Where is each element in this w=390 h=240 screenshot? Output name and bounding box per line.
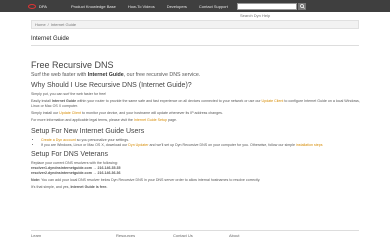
footer-about[interactable]: About bbox=[229, 233, 239, 238]
nav-product-knowledge-base[interactable]: Product Knowledge Base bbox=[71, 4, 116, 9]
search-box bbox=[237, 3, 297, 18]
logo[interactable]: DPA bbox=[28, 0, 47, 12]
breadcrumb-current: Internet Guide bbox=[50, 22, 77, 27]
why-paragraph-4: For more information and applicable lega… bbox=[31, 118, 178, 122]
internet-guide-setup-link[interactable]: Internet Guide Setup bbox=[134, 118, 167, 122]
update-client-link[interactable]: Update Client bbox=[262, 99, 284, 103]
heading-free-recursive-dns: Free Recursive DNS bbox=[31, 60, 114, 70]
why-paragraph-3: Simply install our Update Client to moni… bbox=[31, 111, 223, 115]
search-icon bbox=[299, 4, 305, 9]
veterans-closing: It's that simple, and yes, Internet Guid… bbox=[31, 185, 108, 189]
footer-contact-us[interactable]: Contact Us bbox=[173, 233, 193, 238]
footer-divider bbox=[31, 230, 359, 231]
heading-why: Why Should I Use Recursive DNS (Internet… bbox=[31, 82, 192, 89]
why-paragraph-1: Simply put, you can surf the web faster … bbox=[31, 92, 107, 96]
veterans-note: Note: You can add your local DNS resolve… bbox=[31, 178, 261, 182]
resolver-2: resolver2.dyndnsinternetguide.com → 216.… bbox=[31, 171, 121, 175]
search-button[interactable] bbox=[298, 3, 306, 10]
tagline: Surf the web faster with Internet Guide,… bbox=[31, 72, 201, 78]
why-paragraph-2: Easily install Internet Guide within you… bbox=[31, 99, 360, 108]
footer-resources[interactable]: Resources bbox=[116, 233, 135, 238]
divider bbox=[31, 45, 359, 46]
breadcrumb: Home / Internet Guide bbox=[31, 20, 359, 29]
main-nav: Product Knowledge Base How-To Videos Dev… bbox=[71, 4, 264, 9]
new-users-list: Create a Dyn account so you personalize … bbox=[41, 138, 361, 148]
logo-text: DPA bbox=[39, 3, 47, 9]
create-account-link[interactable]: Create a Dyn account bbox=[41, 138, 76, 142]
heading-veterans: Setup For DNS Veterans bbox=[31, 151, 109, 158]
nav-developers[interactable]: Developers bbox=[167, 4, 187, 9]
list-item: If you are Windows, Linux or Mac OS X, d… bbox=[41, 143, 361, 148]
top-navigation-bar: DPA Product Knowledge Base How-To Videos… bbox=[0, 0, 390, 12]
breadcrumb-home[interactable]: Home bbox=[35, 22, 46, 27]
page-title: Internet Guide bbox=[31, 36, 70, 42]
nav-contact-support[interactable]: Contact Support bbox=[199, 4, 228, 9]
nav-how-to-videos[interactable]: How-To Videos bbox=[128, 4, 155, 9]
footer-learn[interactable]: Learn bbox=[31, 233, 41, 238]
main-content: Internet Guide Free Recursive DNS Surf t… bbox=[31, 36, 361, 192]
breadcrumb-separator: / bbox=[47, 22, 49, 27]
dyn-updater-link[interactable]: Dyn Updater bbox=[128, 143, 148, 147]
installation-steps-link[interactable]: installation steps bbox=[296, 143, 323, 147]
update-client-link-2[interactable]: Update Client bbox=[59, 111, 81, 115]
heading-new-users: Setup For New Internet Guide Users bbox=[31, 128, 145, 135]
logo-icon bbox=[28, 3, 36, 9]
search-input[interactable] bbox=[238, 13, 296, 18]
